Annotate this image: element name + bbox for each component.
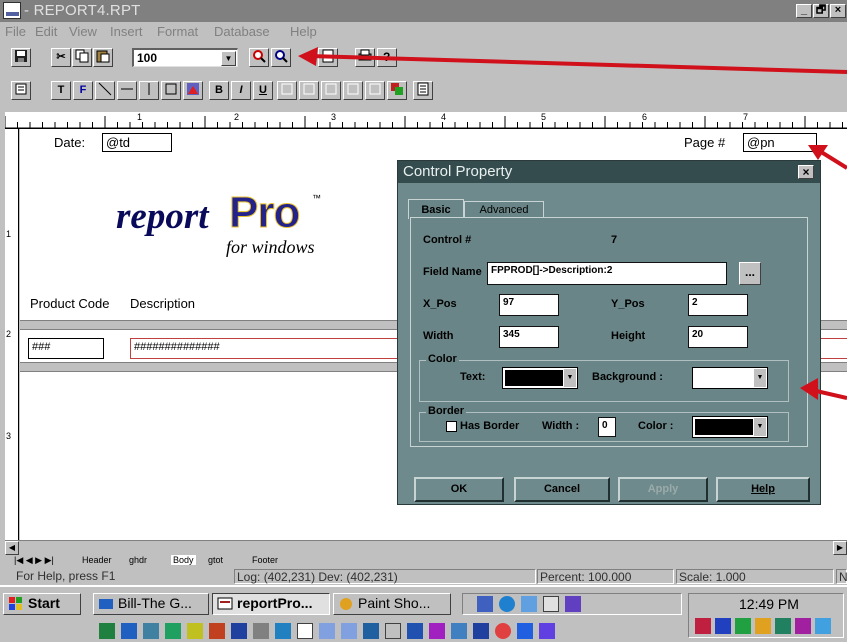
quick-launch-bottom — [93, 621, 683, 641]
launch-icon-6[interactable] — [209, 623, 225, 639]
launch-icon-11[interactable] — [319, 623, 335, 639]
launch-icon-21[interactable] — [539, 623, 555, 639]
launch-icon-1[interactable] — [99, 623, 115, 639]
launch-icon-14[interactable] — [385, 623, 401, 639]
task-bill-label: Bill-The G... — [118, 595, 192, 611]
explorer-icon — [98, 596, 114, 611]
quick-launch-icon-3[interactable] — [521, 596, 537, 612]
arrow-dialog-head — [800, 378, 818, 400]
tray-icon-6[interactable] — [795, 618, 811, 634]
clock: 12:49 PM — [739, 596, 799, 612]
launch-icon-15[interactable] — [407, 623, 423, 639]
quick-launch-icon-2[interactable] — [499, 596, 515, 612]
task-paintshop[interactable]: Paint Sho... — [333, 593, 451, 615]
launch-icon-8[interactable] — [253, 623, 269, 639]
arrow-toolbar-head — [298, 47, 318, 66]
launch-icon-7[interactable] — [231, 623, 247, 639]
launch-icon-12[interactable] — [341, 623, 357, 639]
annotation-arrows — [298, 47, 847, 400]
task-paintshop-label: Paint Sho... — [358, 595, 431, 611]
tray-icon-7[interactable] — [815, 618, 831, 634]
quick-launch-top — [462, 593, 682, 615]
task-reportpro-label: reportPro... — [237, 595, 313, 611]
launch-icon-16[interactable] — [429, 623, 445, 639]
tray-icon-1[interactable] — [695, 618, 711, 634]
launch-icon-9[interactable] — [275, 623, 291, 639]
windows-logo-icon — [8, 596, 24, 611]
launch-icon-19[interactable] — [495, 623, 511, 639]
launch-icon-10[interactable] — [297, 623, 313, 639]
launch-icon-2[interactable] — [121, 623, 137, 639]
task-reportpro[interactable]: reportPro... — [212, 593, 330, 615]
arrow-toolbar — [309, 54, 847, 74]
screen: - REPORT4.RPT _ 🗗 × File Edit View Inser… — [0, 0, 847, 642]
tray-icon-2[interactable] — [715, 618, 731, 634]
system-tray: 12:49 PM — [688, 593, 844, 638]
launch-icon-20[interactable] — [517, 623, 533, 639]
start-label: Start — [28, 595, 60, 611]
taskbar: Start Bill-The G... reportPro... Paint S… — [0, 585, 847, 642]
launch-icon-5[interactable] — [187, 623, 203, 639]
reportpro-icon — [217, 596, 233, 611]
tray-icon-5[interactable] — [775, 618, 791, 634]
tray-icon-4[interactable] — [755, 618, 771, 634]
start-button[interactable]: Start — [3, 593, 81, 615]
launch-icon-4[interactable] — [165, 623, 181, 639]
quick-launch-icon-1[interactable] — [477, 596, 493, 612]
launch-icon-3[interactable] — [143, 623, 159, 639]
quick-launch-icon-5[interactable] — [565, 596, 581, 612]
launch-icon-17[interactable] — [451, 623, 467, 639]
launch-icon-13[interactable] — [363, 623, 379, 639]
quick-launch-icon-4[interactable] — [543, 596, 559, 612]
launch-icon-18[interactable] — [473, 623, 489, 639]
paint-shop-icon — [338, 596, 354, 611]
tray-icon-3[interactable] — [735, 618, 751, 634]
task-bill[interactable]: Bill-The G... — [93, 593, 209, 615]
